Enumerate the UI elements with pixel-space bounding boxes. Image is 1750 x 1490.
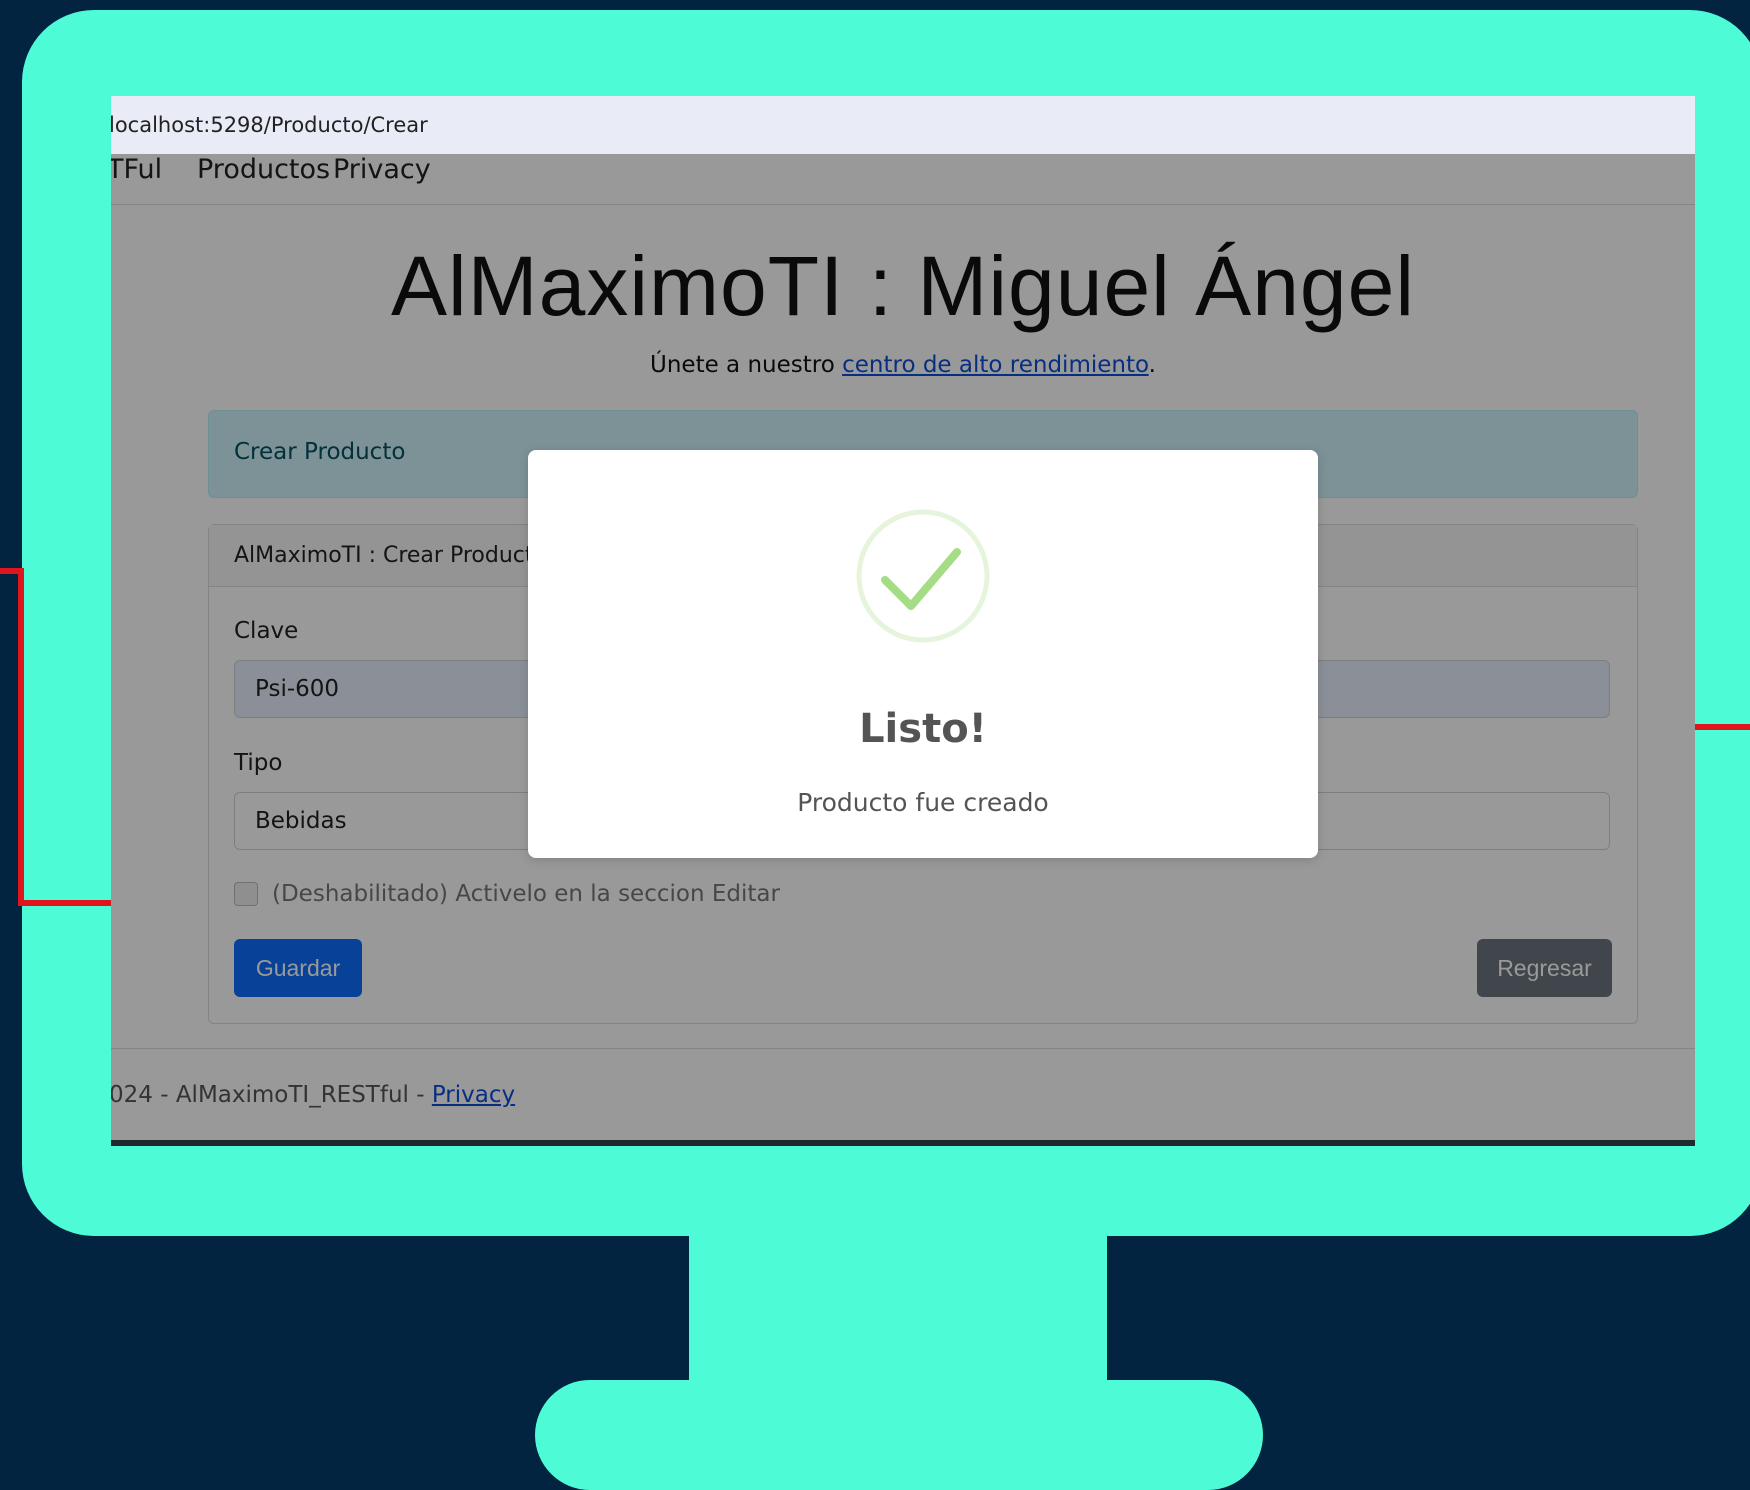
modal-title: Listo! (859, 706, 987, 752)
success-modal: Listo! Producto fue creado (528, 450, 1318, 858)
modal-message: Producto fue creado (797, 788, 1049, 817)
url-text[interactable]: localhost:5298/Producto/Crear (111, 113, 428, 137)
left-connector-line (18, 568, 24, 906)
browser-screen: localhost:5298/Producto/Crear TFul Produ… (111, 96, 1695, 1140)
left-connector-line (0, 568, 24, 574)
right-connector-line (1695, 724, 1750, 730)
success-check-icon (856, 509, 990, 643)
monitor-base (535, 1380, 1263, 1490)
address-bar[interactable]: localhost:5298/Producto/Crear (111, 96, 1695, 154)
